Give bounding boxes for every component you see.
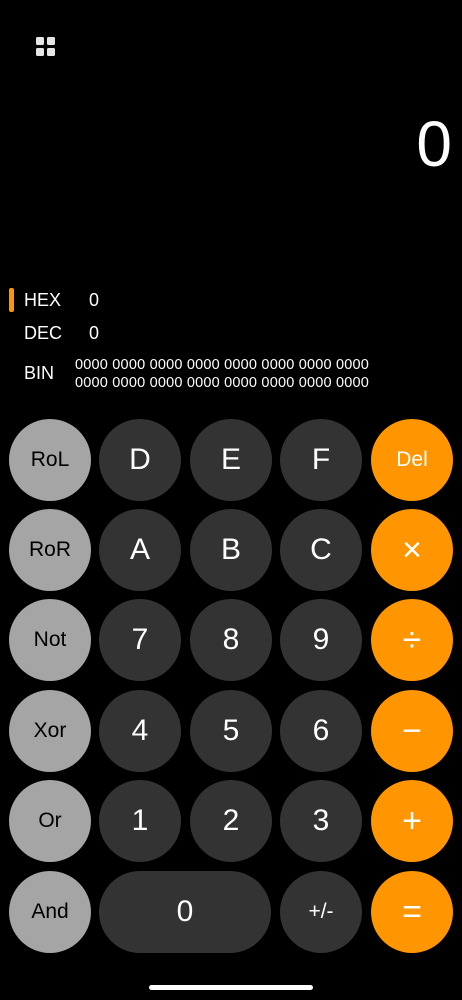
a-button[interactable]: A [99, 509, 181, 591]
home-indicator[interactable] [149, 985, 313, 990]
seven-button[interactable]: 7 [99, 599, 181, 681]
result-display: 0 [416, 108, 452, 180]
nine-button[interactable]: 9 [280, 599, 362, 681]
ror-button[interactable]: RoR [9, 509, 91, 591]
plus-button[interactable]: + [371, 780, 453, 862]
d-button[interactable]: D [99, 419, 181, 501]
minus-button[interactable]: − [371, 690, 453, 772]
f-button[interactable]: F [280, 419, 362, 501]
not-button[interactable]: Not [9, 599, 91, 681]
active-base-indicator [9, 288, 14, 312]
one-button[interactable]: 1 [99, 780, 181, 862]
five-button[interactable]: 5 [190, 690, 272, 772]
bin-line-upper: 0000 0000 0000 0000 0000 0000 0000 0000 [75, 357, 370, 373]
bin-line-lower: 0000 0000 0000 0000 0000 0000 0000 0000 [75, 375, 370, 391]
and-button[interactable]: And [9, 871, 91, 953]
xor-button[interactable]: Xor [9, 690, 91, 772]
multiply-button[interactable]: × [371, 509, 453, 591]
hex-row[interactable]: HEX 0 [24, 290, 99, 311]
bin-label[interactable]: BIN [24, 363, 54, 384]
b-button[interactable]: B [190, 509, 272, 591]
four-button[interactable]: 4 [99, 690, 181, 772]
dec-row[interactable]: DEC 0 [24, 323, 99, 344]
grid-icon[interactable] [36, 37, 55, 56]
rol-button[interactable]: RoL [9, 419, 91, 501]
c-button[interactable]: C [280, 509, 362, 591]
e-button[interactable]: E [190, 419, 272, 501]
delete-button[interactable]: Del [371, 419, 453, 501]
hex-value: 0 [89, 290, 100, 310]
equals-button[interactable]: = [371, 871, 453, 953]
dec-value: 0 [89, 323, 100, 343]
six-button[interactable]: 6 [280, 690, 362, 772]
zero-button[interactable]: 0 [99, 871, 271, 953]
bin-value: 0000 0000 0000 0000 0000 0000 0000 0000 … [75, 356, 369, 392]
dec-label: DEC [24, 323, 63, 343]
two-button[interactable]: 2 [190, 780, 272, 862]
negate-button[interactable]: +/- [280, 871, 362, 953]
divide-button[interactable]: ÷ [371, 599, 453, 681]
or-button[interactable]: Or [9, 780, 91, 862]
hex-label: HEX [24, 290, 62, 310]
three-button[interactable]: 3 [280, 780, 362, 862]
eight-button[interactable]: 8 [190, 599, 272, 681]
